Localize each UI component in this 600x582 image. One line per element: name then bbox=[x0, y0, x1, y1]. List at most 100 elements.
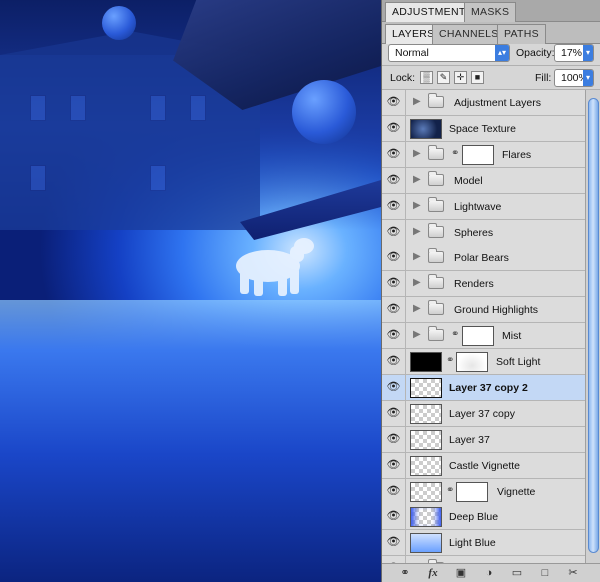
layer-mask-thumbnail[interactable] bbox=[462, 145, 494, 165]
layer-name: Castle Vignette bbox=[449, 460, 521, 472]
new-group-icon[interactable]: ▭ bbox=[508, 565, 526, 581]
fill-field[interactable]: 100% ▾ bbox=[554, 69, 594, 87]
layer-mask-thumbnail[interactable] bbox=[456, 352, 488, 372]
layer-row[interactable]: 👁 ⚭ Soft Light bbox=[382, 349, 585, 375]
chain-link-icon[interactable]: ⚭ bbox=[446, 485, 454, 496]
add-mask-icon[interactable]: ▣ bbox=[452, 565, 470, 581]
folder-icon bbox=[428, 274, 444, 289]
expand-triangle-icon[interactable]: ▶ bbox=[413, 96, 421, 107]
lock-pixels-icon[interactable]: ✎ bbox=[437, 71, 450, 84]
layer-thumbnail[interactable] bbox=[410, 352, 442, 372]
layer-row[interactable]: 👁 Deep Blue bbox=[382, 504, 585, 530]
trash-icon[interactable]: ✂ bbox=[564, 565, 582, 581]
layers-panel: ADJUSTMENTS MASKS LAYERS CHANNELS PATHS … bbox=[381, 0, 600, 582]
layers-scrollbar[interactable] bbox=[585, 90, 600, 563]
tab-channels[interactable]: CHANNELS bbox=[432, 24, 506, 44]
eye-icon[interactable]: 👁 bbox=[382, 271, 406, 296]
layer-name: Model bbox=[454, 175, 483, 187]
layer-row[interactable]: 👁 Layer 37 bbox=[382, 427, 585, 453]
layer-row[interactable]: 👁 Layer 37 copy bbox=[382, 401, 585, 427]
eye-icon[interactable]: 👁 bbox=[382, 142, 406, 167]
layer-thumbnail[interactable] bbox=[410, 533, 442, 553]
scrollbar-thumb[interactable] bbox=[588, 98, 599, 553]
layer-thumbnail[interactable] bbox=[410, 119, 442, 139]
eye-icon[interactable]: 👁 bbox=[382, 427, 406, 452]
layer-name: Polar Bears bbox=[454, 252, 509, 264]
layer-row[interactable]: 👁 ▶ Polar Bears bbox=[382, 245, 585, 271]
expand-triangle-icon[interactable]: ▶ bbox=[413, 200, 421, 211]
layers-list[interactable]: 👁 ▶ Adjustment Layers 👁 Space Texture 👁 ▶ ⚭ Flar… bbox=[382, 90, 585, 563]
new-layer-icon[interactable]: □ bbox=[536, 565, 554, 581]
castle-window bbox=[150, 95, 166, 121]
layer-name: Ground Highlights bbox=[454, 304, 539, 316]
opacity-field[interactable]: 17% ▾ bbox=[554, 44, 594, 62]
layer-thumbnail[interactable] bbox=[410, 404, 442, 424]
layer-row[interactable]: 👁 Space Texture bbox=[382, 116, 585, 142]
adjustment-layer-icon[interactable]: ◑ bbox=[480, 565, 498, 581]
eye-icon[interactable]: 👁 bbox=[382, 323, 406, 348]
eye-icon[interactable]: 👁 bbox=[382, 297, 406, 322]
eye-icon[interactable]: 👁 bbox=[382, 116, 406, 141]
tab-masks[interactable]: MASKS bbox=[464, 2, 517, 22]
lock-all-icon[interactable]: ■ bbox=[471, 71, 484, 84]
eye-icon[interactable]: 👁 bbox=[382, 453, 406, 478]
document-canvas[interactable] bbox=[0, 0, 381, 582]
chain-link-icon[interactable]: ⚭ bbox=[451, 329, 459, 340]
castle-window bbox=[30, 95, 46, 121]
expand-triangle-icon[interactable]: ▶ bbox=[413, 251, 421, 262]
eye-icon[interactable]: 👁 bbox=[382, 168, 406, 193]
layer-thumbnail[interactable] bbox=[410, 456, 442, 476]
chevron-down-icon[interactable]: ▾ bbox=[583, 45, 593, 61]
layer-row[interactable]: 👁 ▶ Model bbox=[382, 168, 585, 194]
layer-row[interactable]: 👁▶Castle bbox=[382, 556, 585, 563]
eye-icon[interactable]: 👁 bbox=[382, 401, 406, 426]
layer-mask-thumbnail[interactable] bbox=[456, 482, 488, 502]
folder-icon bbox=[428, 171, 444, 186]
layer-row[interactable]: 👁 Light Blue bbox=[382, 530, 585, 556]
eye-icon[interactable]: 👁 bbox=[382, 245, 406, 270]
eye-icon[interactable]: 👁 bbox=[382, 556, 406, 563]
tab-paths[interactable]: PATHS bbox=[497, 24, 546, 44]
chain-link-icon[interactable]: ⚭ bbox=[451, 148, 459, 159]
folder-icon bbox=[428, 326, 444, 341]
layer-name: Lightwave bbox=[454, 201, 502, 213]
layer-mask-thumbnail[interactable] bbox=[462, 326, 494, 346]
layer-row[interactable]: 👁 Castle Vignette bbox=[382, 453, 585, 479]
layer-row[interactable]: 👁 Layer 37 copy 2 bbox=[382, 375, 585, 401]
eye-icon[interactable]: 👁 bbox=[382, 220, 406, 245]
layer-row[interactable]: 👁 ▶ Lightwave bbox=[382, 194, 585, 220]
layer-row[interactable]: 👁 ⚭ Vignette bbox=[382, 479, 585, 505]
layer-row[interactable]: 👁 ▶ ⚭ Mist bbox=[382, 323, 585, 349]
expand-triangle-icon[interactable]: ▶ bbox=[413, 174, 421, 185]
expand-triangle-icon[interactable]: ▶ bbox=[413, 303, 421, 314]
lock-position-icon[interactable]: ✛ bbox=[454, 71, 467, 84]
eye-icon[interactable]: 👁 bbox=[382, 90, 406, 115]
layer-row[interactable]: 👁 ▶ Renders bbox=[382, 271, 585, 297]
layer-thumbnail[interactable] bbox=[410, 430, 442, 450]
layer-row[interactable]: 👁 ▶ ⚭ Flares bbox=[382, 142, 585, 168]
chain-link-icon[interactable]: ⚭ bbox=[446, 355, 454, 366]
eye-icon[interactable]: 👁 bbox=[382, 479, 406, 504]
layer-row[interactable]: 👁 ▶ Spheres bbox=[382, 220, 585, 246]
expand-triangle-icon[interactable]: ▶ bbox=[413, 329, 421, 340]
expand-triangle-icon[interactable]: ▶ bbox=[413, 148, 421, 159]
layer-thumbnail[interactable] bbox=[410, 378, 442, 398]
eye-icon[interactable]: 👁 bbox=[382, 349, 406, 374]
blend-mode-select[interactable]: Normal ▴▾ bbox=[388, 44, 510, 62]
layer-style-icon[interactable]: fx bbox=[424, 565, 442, 581]
castle-window bbox=[190, 95, 206, 121]
layer-thumbnail[interactable] bbox=[410, 482, 442, 502]
layer-row[interactable]: 👁 ▶ Ground Highlights bbox=[382, 297, 585, 323]
eye-icon[interactable]: 👁 bbox=[382, 194, 406, 219]
layer-row[interactable]: 👁 ▶ Adjustment Layers bbox=[382, 90, 585, 116]
castle-window bbox=[150, 165, 166, 191]
link-layers-icon[interactable]: ⚭ bbox=[396, 565, 414, 581]
expand-triangle-icon[interactable]: ▶ bbox=[413, 226, 421, 237]
chevron-down-icon[interactable]: ▾ bbox=[583, 70, 593, 86]
lock-transparency-icon[interactable]: ▒ bbox=[420, 71, 433, 84]
expand-triangle-icon[interactable]: ▶ bbox=[413, 277, 421, 288]
layer-thumbnail[interactable] bbox=[410, 507, 442, 527]
eye-icon[interactable]: 👁 bbox=[382, 504, 406, 529]
eye-icon[interactable]: 👁 bbox=[382, 375, 406, 400]
eye-icon[interactable]: 👁 bbox=[382, 530, 406, 555]
